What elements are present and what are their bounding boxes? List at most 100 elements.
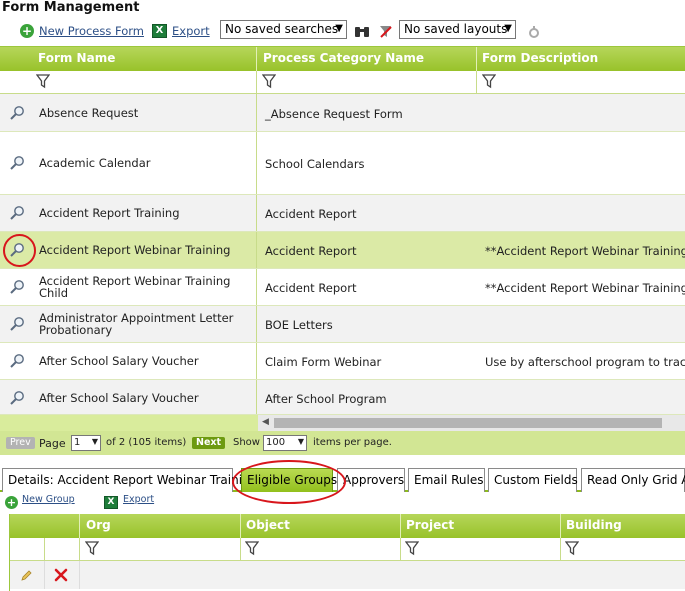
cell-description: **Accident Report Webinar Training — [485, 281, 685, 295]
column-divider — [256, 306, 257, 342]
table-row[interactable]: Accident Report Training Accident Report — [0, 195, 685, 232]
column-form-description[interactable]: Form Description — [482, 51, 598, 65]
cell-form-name: Accident Report Webinar Training — [39, 243, 231, 257]
column-org[interactable]: Org — [86, 518, 111, 532]
new-row[interactable] — [10, 561, 685, 589]
page-title: Form Management — [2, 0, 140, 15]
column-process-category[interactable]: Process Category Name — [263, 51, 424, 65]
column-object[interactable]: Object — [246, 518, 290, 532]
table-row[interactable]: After School Salary Voucher Claim Form W… — [0, 343, 685, 380]
tab-details[interactable]: Details: Accident Report Webinar Trainin… — [2, 468, 257, 492]
saved-layouts-select[interactable]: No saved layouts ▼ — [399, 20, 516, 39]
page-select[interactable]: 1 ▼ — [71, 435, 101, 451]
table-row[interactable]: Administrator Appointment Letter Probati… — [0, 306, 685, 343]
table-row[interactable]: Accident Report Webinar Training Child A… — [0, 269, 685, 306]
column-divider — [79, 538, 80, 561]
tab-custom-fields[interactable]: Custom Fields — [488, 468, 578, 492]
delete-icon[interactable] — [54, 568, 68, 582]
table-row-selected[interactable]: Accident Report Webinar Training Acciden… — [0, 232, 685, 269]
excel-icon[interactable]: X — [104, 496, 118, 509]
magnifier-icon[interactable] — [9, 390, 25, 406]
column-project[interactable]: Project — [406, 518, 454, 532]
grid-header: Org Object Project Building — [10, 514, 685, 538]
cell-form-name: After School Salary Voucher — [39, 354, 199, 368]
main-toolbar: + New Process Form X Export No saved sea… — [0, 18, 685, 42]
magnifier-icon[interactable] — [9, 279, 25, 295]
excel-icon[interactable]: X — [152, 24, 167, 38]
table-row[interactable]: Absence Request _Absence Request Form — [0, 94, 685, 132]
binoculars-icon[interactable] — [354, 24, 370, 38]
filter-icon[interactable] — [36, 74, 50, 89]
cell-form-name: Administrator Appointment Letter Probati… — [39, 311, 234, 337]
column-divider — [240, 538, 241, 561]
new-process-form-link[interactable]: New Process Form — [39, 24, 144, 38]
magnifier-icon[interactable] — [9, 316, 25, 332]
plus-icon[interactable]: + — [5, 496, 18, 509]
column-building[interactable]: Building — [566, 518, 622, 532]
cell-category: After School Program — [265, 392, 387, 406]
column-divider — [256, 232, 257, 268]
filter-icon[interactable] — [565, 541, 579, 556]
clear-filter-icon[interactable] — [379, 25, 393, 39]
tab-read-only-grid[interactable]: Read Only Grid Ac — [581, 468, 685, 492]
cell-form-name: After School Salary Voucher — [39, 391, 199, 405]
column-divider — [44, 538, 45, 561]
forms-grid: Form Name Process Category Name Form Des… — [0, 46, 685, 455]
filter-icon[interactable] — [482, 74, 496, 89]
column-divider — [256, 71, 257, 94]
prev-button[interactable]: Prev — [6, 437, 35, 449]
column-divider — [400, 538, 401, 561]
cell-description: Use by afterschool program to track — [485, 355, 685, 369]
cell-form-name: Accident Report Webinar Training Child — [39, 274, 231, 300]
groups-toolbar: + New Group X Export — [0, 492, 685, 514]
plus-icon[interactable]: + — [20, 24, 34, 38]
export-link[interactable]: Export — [172, 24, 210, 38]
saved-searches-select[interactable]: No saved searches ▼ — [220, 20, 347, 39]
eligible-groups-grid: Org Object Project Building — [9, 514, 685, 591]
cell-category: School Calendars — [265, 157, 365, 171]
filter-row — [10, 538, 685, 561]
cell-form-name: Accident Report Training — [39, 206, 180, 220]
scroll-left-icon[interactable]: ◀ — [262, 417, 269, 427]
column-divider — [256, 195, 257, 231]
scrollbar-thumb[interactable] — [274, 418, 662, 428]
page-size-select[interactable]: 100 ▼ — [263, 435, 307, 451]
magnifier-icon[interactable] — [9, 105, 25, 121]
export-link[interactable]: Export — [123, 494, 154, 505]
filter-icon[interactable] — [262, 74, 276, 89]
column-divider — [256, 269, 257, 305]
horizontal-scrollbar[interactable]: ◀ — [258, 415, 685, 431]
annotation-circle — [3, 234, 36, 267]
cell-description: **Accident Report Webinar Training — [485, 244, 685, 258]
settings-icon[interactable] — [528, 26, 540, 38]
magnifier-icon[interactable] — [9, 205, 25, 221]
tab-approvers[interactable]: Approvers — [337, 468, 405, 492]
show-label: Show — [233, 437, 260, 448]
pencil-icon[interactable] — [20, 569, 33, 582]
table-row[interactable]: Academic Calendar School Calendars — [0, 132, 685, 195]
magnifier-icon[interactable] — [9, 155, 25, 171]
filter-icon[interactable] — [405, 541, 419, 556]
next-button[interactable]: Next — [192, 437, 226, 449]
filter-icon[interactable] — [85, 541, 99, 556]
tab-email-rules[interactable]: Email Rules — [408, 468, 485, 492]
pager: Prev Page 1 ▼ of 2 (105 items) Next Show … — [0, 431, 685, 455]
column-divider — [476, 71, 477, 94]
table-row[interactable]: After School Salary Voucher After School… — [0, 380, 685, 415]
column-divider — [256, 343, 257, 379]
filter-icon[interactable] — [245, 541, 259, 556]
per-page-label: items per page. — [313, 437, 392, 448]
grid-header: Form Name Process Category Name Form Des… — [0, 47, 685, 71]
column-divider — [240, 514, 241, 538]
column-divider — [256, 132, 257, 194]
cell-form-name: Absence Request — [39, 106, 139, 120]
magnifier-icon[interactable] — [9, 353, 25, 369]
cell-category: Accident Report — [265, 207, 357, 221]
new-group-link[interactable]: New Group — [22, 494, 75, 505]
column-form-name[interactable]: Form Name — [38, 51, 115, 65]
page-count: of 2 (105 items) — [106, 437, 187, 448]
cell-category: Accident Report — [265, 281, 357, 295]
annotation-ellipse — [232, 460, 346, 504]
column-divider — [560, 538, 561, 561]
cell-category: _Absence Request Form — [265, 107, 403, 121]
